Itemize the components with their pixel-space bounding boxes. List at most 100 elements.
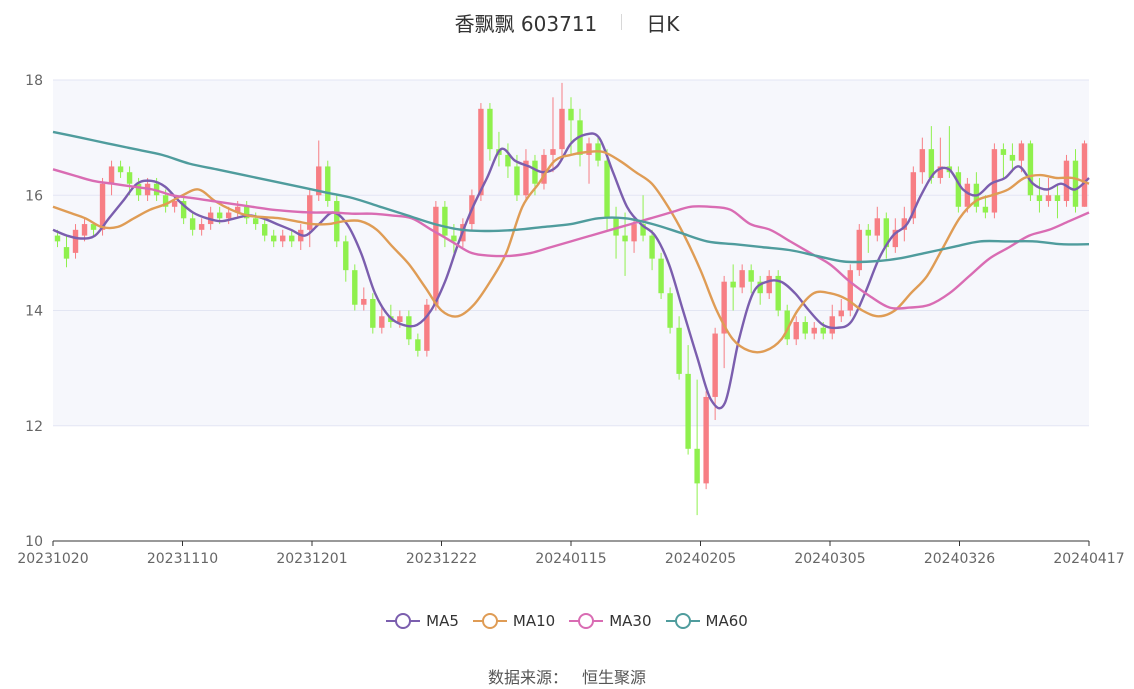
candle-body bbox=[514, 166, 520, 196]
candle-body bbox=[108, 166, 115, 184]
candle-body bbox=[667, 293, 673, 328]
candle-body bbox=[793, 322, 799, 340]
candlestick[interactable] bbox=[370, 293, 376, 334]
candle-body bbox=[856, 229, 862, 271]
candle-body bbox=[126, 172, 133, 184]
candle-body bbox=[117, 166, 124, 173]
candle-body bbox=[838, 310, 844, 317]
candle-body bbox=[54, 235, 61, 242]
candle-body bbox=[352, 270, 358, 305]
candle-body bbox=[622, 235, 628, 242]
candle-body bbox=[280, 235, 286, 242]
source-value: 恒生聚源 bbox=[582, 668, 647, 687]
data-source: 数据来源： 恒生聚源 bbox=[0, 664, 1134, 688]
candle-body bbox=[487, 108, 493, 150]
chart-legend: MA5 MA10 MA30 MA60 bbox=[0, 612, 1134, 630]
candle-body bbox=[262, 224, 268, 236]
legend-item-ma60[interactable]: MA60 bbox=[665, 612, 748, 630]
candle-body bbox=[397, 316, 403, 323]
candle-body bbox=[739, 270, 745, 288]
y-tick-label: 18 bbox=[25, 73, 43, 89]
candle-body bbox=[766, 275, 772, 294]
candle-body bbox=[63, 247, 70, 259]
x-tick-label: 20231201 bbox=[276, 551, 347, 567]
candle-body bbox=[216, 212, 223, 219]
candle-body bbox=[748, 270, 754, 282]
candle-body bbox=[1009, 154, 1016, 161]
candle-body bbox=[198, 224, 205, 230]
candle-body bbox=[1036, 195, 1043, 202]
candle-body bbox=[415, 339, 421, 351]
legend-label-ma60: MA60 bbox=[705, 612, 748, 630]
candle-body bbox=[361, 298, 367, 305]
candlestick[interactable] bbox=[955, 166, 962, 213]
candle-body bbox=[865, 229, 871, 236]
candle-body bbox=[658, 258, 664, 294]
candle-body bbox=[811, 327, 817, 334]
candlestick[interactable] bbox=[847, 264, 853, 317]
candlestick[interactable] bbox=[325, 160, 331, 207]
candle-body bbox=[424, 304, 430, 351]
candle-body bbox=[559, 108, 565, 150]
y-tick-label: 10 bbox=[25, 534, 43, 550]
candle-body bbox=[325, 166, 331, 202]
x-tick-label: 20240417 bbox=[1053, 551, 1124, 567]
candle-body bbox=[252, 218, 259, 225]
candle-body bbox=[1027, 143, 1034, 196]
candle-body bbox=[1072, 160, 1079, 207]
candlestick[interactable] bbox=[856, 224, 862, 276]
legend-marker-ma30 bbox=[569, 613, 604, 629]
candle-body bbox=[289, 235, 295, 242]
candle-body bbox=[712, 333, 718, 397]
candle-body bbox=[1081, 143, 1088, 207]
legend-item-ma5[interactable]: MA5 bbox=[386, 612, 459, 630]
candle-body bbox=[919, 149, 926, 173]
x-tick-label: 20231020 bbox=[17, 551, 88, 567]
candle-body bbox=[1045, 195, 1052, 202]
candlestick[interactable] bbox=[352, 264, 358, 311]
legend-label-ma10: MA10 bbox=[512, 612, 556, 630]
candle-body bbox=[802, 322, 808, 334]
candlestick[interactable] bbox=[703, 391, 709, 490]
x-tick-label: 20240115 bbox=[535, 551, 606, 567]
x-tick-label: 20240305 bbox=[794, 551, 865, 567]
candlestick[interactable] bbox=[1081, 140, 1088, 207]
candlestick[interactable] bbox=[667, 287, 673, 334]
candle-body bbox=[982, 206, 989, 213]
legend-label-ma5: MA5 bbox=[426, 612, 459, 630]
x-tick-label: 20231222 bbox=[406, 551, 477, 567]
candle-body bbox=[694, 448, 700, 484]
legend-label-ma30: MA30 bbox=[609, 612, 652, 630]
candlestick[interactable] bbox=[424, 298, 430, 357]
candle-body bbox=[649, 235, 655, 259]
candle-body bbox=[370, 298, 376, 328]
candle-body bbox=[1063, 160, 1070, 202]
candle-body bbox=[271, 235, 277, 242]
candle-body bbox=[1054, 195, 1061, 202]
x-tick-label: 20231110 bbox=[147, 551, 218, 567]
candle-body bbox=[568, 108, 574, 121]
candlestick[interactable] bbox=[433, 201, 439, 311]
candlestick[interactable] bbox=[1063, 154, 1070, 207]
candle-body bbox=[379, 316, 385, 328]
legend-marker-ma5 bbox=[386, 613, 421, 629]
legend-marker-ma10 bbox=[472, 613, 507, 629]
candle-body bbox=[478, 108, 484, 196]
candlestick[interactable] bbox=[1027, 140, 1034, 202]
candle-body bbox=[820, 327, 826, 334]
candle-body bbox=[874, 218, 880, 236]
candle-body bbox=[550, 149, 556, 155]
candle-body bbox=[829, 316, 835, 334]
legend-item-ma10[interactable]: MA10 bbox=[472, 612, 556, 630]
candlestick[interactable] bbox=[658, 252, 664, 299]
candle-body bbox=[343, 241, 349, 271]
candle-body bbox=[72, 229, 79, 253]
candle-body bbox=[225, 212, 232, 219]
source-label: 数据来源： bbox=[487, 668, 568, 687]
candlestick[interactable] bbox=[541, 149, 547, 190]
candlestick[interactable] bbox=[775, 270, 781, 317]
candle-body bbox=[631, 224, 637, 242]
candlestick-chart: 10 12 14 16 18 20231020 20231110 20231201 20231… bbox=[17, 73, 1124, 567]
legend-item-ma30[interactable]: MA30 bbox=[569, 612, 652, 630]
candle-body bbox=[442, 206, 448, 236]
